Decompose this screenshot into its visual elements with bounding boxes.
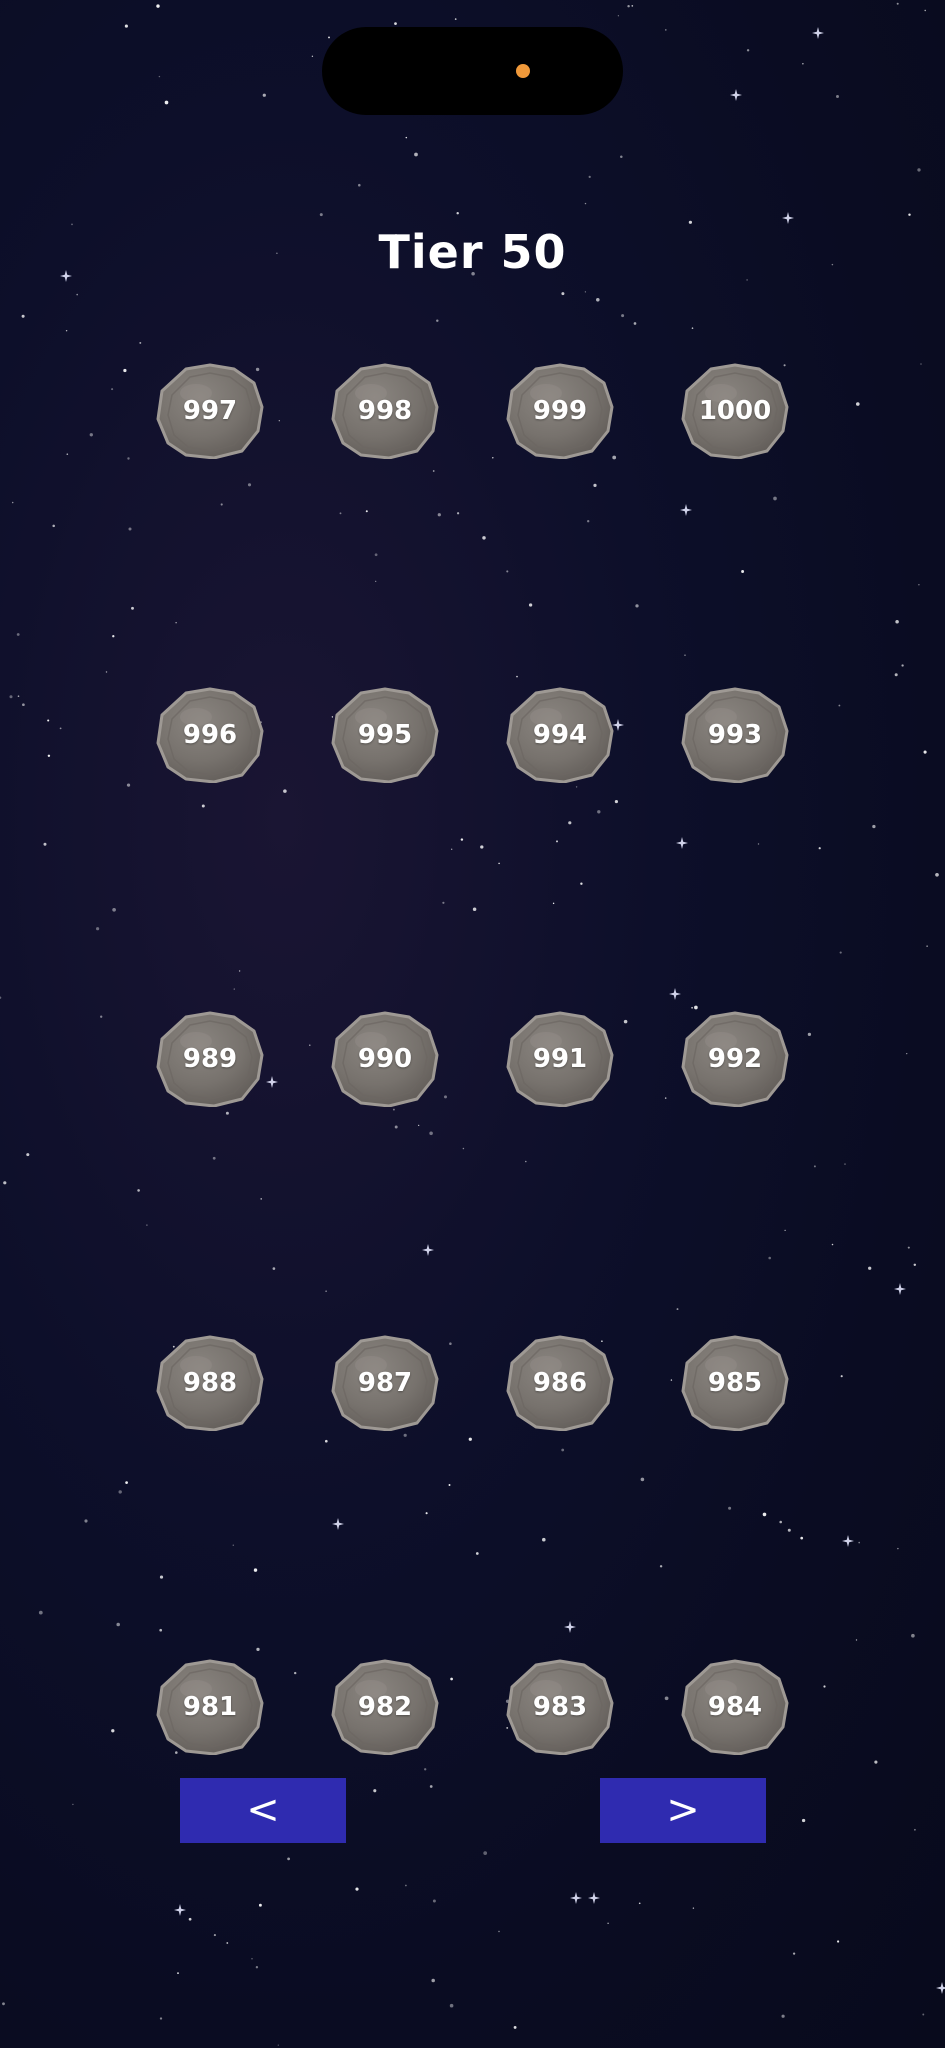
level-button[interactable]: 987 — [331, 1335, 439, 1431]
level-button[interactable]: 992 — [681, 1011, 789, 1107]
level-button[interactable]: 984 — [681, 1659, 789, 1755]
level-number: 984 — [707, 1692, 763, 1722]
level-button[interactable]: 991 — [506, 1011, 614, 1107]
next-tier-button[interactable]: > — [600, 1778, 766, 1843]
level-button[interactable]: 982 — [331, 1659, 439, 1755]
level-grid: 997 998 999 1000 996 995 994 993 989 990… — [0, 0, 945, 2048]
level-button[interactable]: 983 — [506, 1659, 614, 1755]
level-number: 998 — [357, 396, 413, 426]
level-number: 985 — [707, 1368, 763, 1398]
level-button[interactable]: 993 — [681, 687, 789, 783]
level-button[interactable]: 990 — [331, 1011, 439, 1107]
level-number: 992 — [707, 1044, 763, 1074]
level-number: 983 — [532, 1692, 588, 1722]
level-number: 999 — [532, 396, 588, 426]
level-number: 987 — [357, 1368, 413, 1398]
level-number: 994 — [532, 720, 588, 750]
level-number: 988 — [182, 1368, 238, 1398]
level-button[interactable]: 998 — [331, 363, 439, 459]
level-number: 982 — [357, 1692, 413, 1722]
level-button[interactable]: 981 — [156, 1659, 264, 1755]
level-button[interactable]: 995 — [331, 687, 439, 783]
level-number: 989 — [182, 1044, 238, 1074]
level-number: 986 — [532, 1368, 588, 1398]
level-number: 981 — [182, 1692, 238, 1722]
level-button[interactable]: 985 — [681, 1335, 789, 1431]
level-number: 990 — [357, 1044, 413, 1074]
level-button[interactable]: 997 — [156, 363, 264, 459]
level-number: 997 — [182, 396, 238, 426]
level-number: 993 — [707, 720, 763, 750]
level-number: 991 — [532, 1044, 588, 1074]
level-number: 996 — [182, 720, 238, 750]
level-number: 995 — [357, 720, 413, 750]
level-button[interactable]: 986 — [506, 1335, 614, 1431]
level-button[interactable]: 988 — [156, 1335, 264, 1431]
level-button[interactable]: 996 — [156, 687, 264, 783]
level-button[interactable]: 989 — [156, 1011, 264, 1107]
level-button[interactable]: 999 — [506, 363, 614, 459]
level-number: 1000 — [698, 396, 772, 426]
level-button[interactable]: 994 — [506, 687, 614, 783]
previous-tier-button[interactable]: < — [180, 1778, 346, 1843]
level-button[interactable]: 1000 — [681, 363, 789, 459]
